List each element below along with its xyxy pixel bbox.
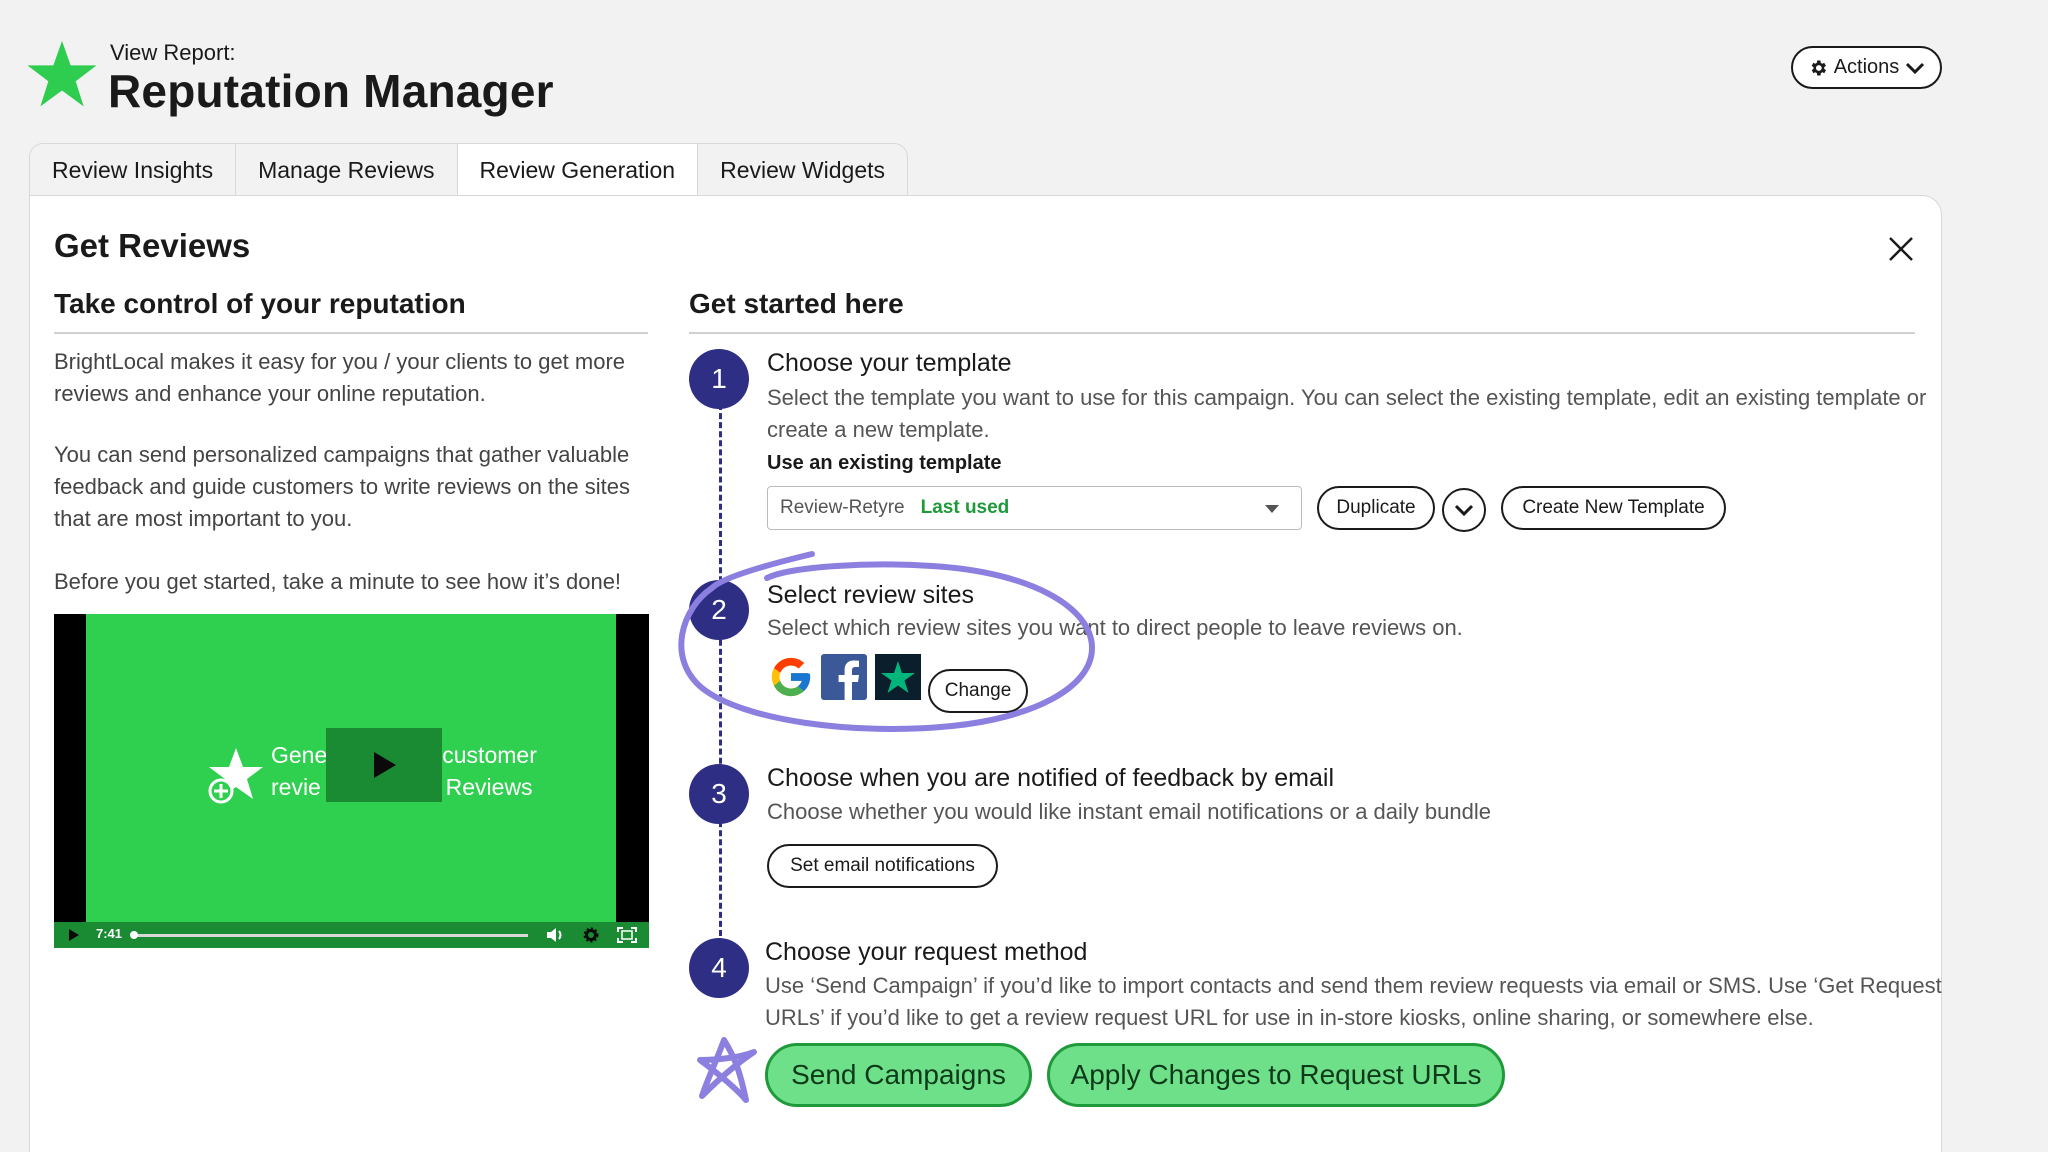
step-1-description: Select the template you want to use for … — [767, 385, 1927, 442]
view-report-label: View Report: — [110, 40, 236, 65]
chevron-down-icon — [1454, 504, 1474, 517]
template-select[interactable]: Review-Retyre Last used — [767, 486, 1302, 530]
fullscreen-icon[interactable] — [617, 927, 637, 943]
step-3-badge: 3 — [689, 764, 749, 824]
page-title: Reputation Manager — [108, 65, 554, 117]
video-duration: 7:41 — [96, 926, 123, 941]
caret-down-icon — [1265, 505, 1279, 513]
tutorial-video[interactable]: Gene customer revie t Reviews 7:41 — [54, 614, 649, 948]
tab-manage-reviews[interactable]: Manage Reviews — [236, 143, 458, 196]
step-4-title: Choose your request method — [765, 938, 1088, 966]
create-new-template-button[interactable]: Create New Template — [1501, 486, 1726, 530]
tab-review-insights[interactable]: Review Insights — [29, 143, 237, 196]
step-1-title: Choose your template — [767, 349, 1012, 377]
play-icon — [374, 752, 396, 778]
apply-request-urls-button[interactable]: Apply Changes to Request URLs — [1047, 1043, 1505, 1107]
video-frame: Gene customer revie t Reviews — [86, 614, 616, 922]
close-icon[interactable] — [1886, 234, 1916, 264]
step-3-description: Choose whether you would like instant em… — [767, 799, 1491, 824]
more-options-button[interactable] — [1442, 488, 1486, 532]
gear-icon — [1811, 60, 1826, 75]
chevron-down-icon — [1906, 62, 1925, 74]
play-button[interactable] — [326, 728, 442, 802]
video-progress-handle[interactable] — [130, 931, 138, 939]
duplicate-button[interactable]: Duplicate — [1317, 486, 1435, 530]
template-select-value: Review-Retyre — [780, 497, 905, 518]
left-heading: Take control of your reputation — [54, 288, 648, 334]
play-small-icon[interactable] — [68, 928, 80, 942]
step-4-description: Use ‘Send Campaign’ if you’d like to imp… — [765, 973, 1942, 1030]
video-prompt-paragraph: Before you get started, take a minute to… — [54, 569, 622, 594]
pen-scribble-annotation — [697, 1037, 757, 1103]
existing-template-label: Use an existing template — [767, 452, 1002, 474]
campaigns-paragraph: You can send personalized campaigns that… — [54, 442, 630, 531]
page: View Report: Reputation Manager Actions … — [0, 0, 2048, 1152]
send-campaigns-button[interactable]: Send Campaigns — [765, 1043, 1032, 1107]
tab-review-widgets[interactable]: Review Widgets — [698, 143, 908, 196]
step-3-title: Choose when you are notified of feedback… — [767, 764, 1335, 792]
star-plus-icon — [208, 748, 263, 804]
report-tabs: Review Insights Manage Reviews Review Ge… — [29, 143, 908, 196]
card-title: Get Reviews — [54, 227, 251, 264]
tab-review-generation[interactable]: Review Generation — [457, 143, 699, 196]
volume-icon[interactable] — [546, 927, 566, 943]
highlight-circle-annotation — [678, 551, 1096, 732]
step-1-badge: 1 — [689, 349, 749, 409]
video-progress-track[interactable] — [132, 934, 528, 937]
actions-button[interactable]: Actions — [1791, 46, 1942, 89]
set-email-notifications-button[interactable]: Set email notifications — [767, 844, 998, 888]
step-4-badge: 4 — [689, 938, 749, 998]
right-heading: Get started here — [689, 288, 1915, 334]
actions-label: Actions — [1833, 56, 1900, 78]
settings-icon[interactable] — [582, 926, 600, 944]
intro-paragraph: BrightLocal makes it easy for you / your… — [54, 349, 626, 406]
star-logo-icon — [27, 40, 97, 107]
last-used-badge: Last used — [920, 497, 1010, 518]
video-controls: 7:41 — [54, 922, 649, 948]
